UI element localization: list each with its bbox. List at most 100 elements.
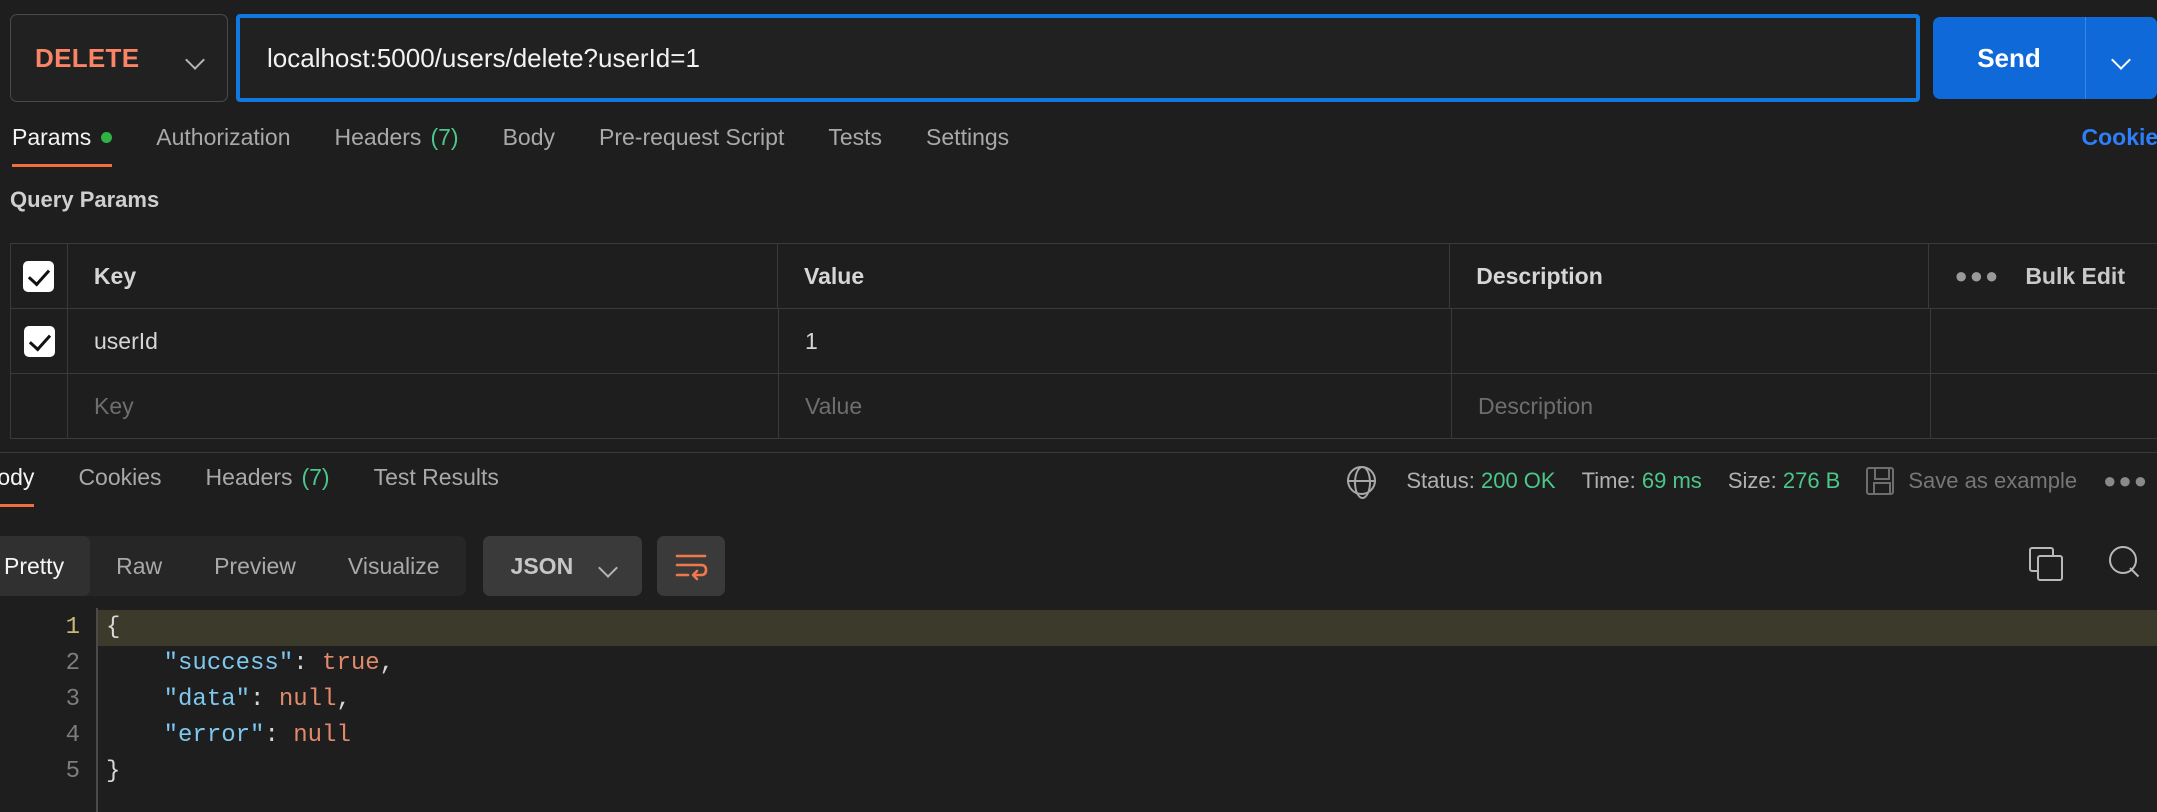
tab-tests-label: Tests: [828, 124, 883, 150]
bulk-edit-button[interactable]: Bulk Edit: [2025, 263, 2125, 290]
response-more-options-icon[interactable]: ●●●: [2103, 468, 2149, 494]
chevron-down-icon: [2112, 53, 2131, 64]
code-token: "success": [163, 650, 294, 677]
response-format-label: JSON: [510, 552, 574, 579]
code-token: true: [322, 650, 380, 677]
tab-settings-label: Settings: [926, 124, 1010, 150]
code-line: {: [98, 610, 2157, 646]
tab-headers[interactable]: Headers (7): [313, 116, 481, 167]
code-token: {: [106, 614, 121, 641]
more-options-icon[interactable]: ●●●: [1954, 263, 2000, 289]
row-value-input[interactable]: 1: [779, 309, 1452, 373]
cookies-link[interactable]: Cookies: [2082, 124, 2157, 151]
view-mode-raw[interactable]: Raw: [90, 536, 188, 596]
http-method-label: DELETE: [35, 42, 140, 73]
column-header-key: Key: [68, 244, 779, 308]
query-params-table: Key Value Description ●●● Bulk Edit user…: [10, 243, 2157, 439]
code-token: null: [278, 686, 337, 713]
tab-headers-label: Headers: [334, 124, 422, 150]
response-tab-body[interactable]: Body: [0, 456, 56, 507]
search-icon[interactable]: [2109, 546, 2141, 578]
tab-pre-request-script-label: Pre-request Script: [599, 124, 785, 150]
line-number-gutter: 1 2 3 4 5: [0, 608, 96, 812]
tab-tests[interactable]: Tests: [806, 116, 904, 167]
select-all-checkbox-cell[interactable]: [11, 244, 68, 308]
response-tab-headers-count: (7): [301, 464, 330, 490]
status-value: 200 OK: [1480, 467, 1556, 493]
empty-row-key-input[interactable]: Key: [68, 374, 779, 438]
tab-authorization[interactable]: Authorization: [134, 116, 312, 167]
table-row[interactable]: userId 1: [11, 309, 2157, 374]
empty-row-actions-cell: [1931, 374, 2157, 438]
tab-pre-request-script[interactable]: Pre-request Script: [577, 116, 806, 167]
response-tab-headers[interactable]: Headers (7): [184, 456, 352, 507]
response-body-viewer[interactable]: 1 2 3 4 5 { "success": true, "data": null, "…: [0, 608, 2157, 812]
code-token: ,: [336, 686, 351, 713]
empty-row-value-input[interactable]: Value: [779, 374, 1452, 438]
tab-settings[interactable]: Settings: [904, 116, 1031, 167]
code-token: }: [106, 758, 121, 785]
wrap-lines-icon: [675, 554, 708, 581]
view-mode-group: Pretty Raw Preview Visualize: [0, 536, 466, 596]
params-modified-dot-icon: [101, 132, 113, 143]
code-token: null: [293, 722, 351, 749]
wrap-lines-button[interactable]: [657, 536, 726, 596]
code-line: "success": true,: [98, 646, 2157, 682]
response-viewer-toolbar: Pretty Raw Preview Visualize JSON: [0, 528, 2157, 604]
tab-body-label: Body: [502, 124, 555, 150]
row-checkbox[interactable]: [23, 325, 55, 357]
tab-params[interactable]: Params: [10, 116, 134, 167]
line-number: 4: [65, 722, 80, 749]
response-format-selector[interactable]: JSON: [482, 536, 643, 596]
select-all-checkbox[interactable]: [23, 260, 55, 292]
tab-headers-count: (7): [430, 124, 459, 150]
empty-row-description-input[interactable]: Description: [1452, 374, 1931, 438]
send-button[interactable]: Send: [1933, 17, 2085, 99]
response-tab-cookies[interactable]: Cookies: [56, 456, 183, 507]
send-options-button[interactable]: [2085, 17, 2157, 99]
code-line: "data": null,: [98, 682, 2157, 718]
viewer-right-icons: [2029, 546, 2141, 581]
table-row-empty[interactable]: Key Value Description: [11, 374, 2157, 439]
empty-row-checkbox-cell[interactable]: [11, 374, 68, 438]
response-tab-test-results[interactable]: Test Results: [352, 456, 521, 507]
time-label: Time: 69 ms: [1582, 468, 1702, 494]
response-tab-headers-label: Headers: [205, 464, 293, 490]
query-params-title: Query Params: [10, 187, 160, 212]
globe-icon: [1347, 466, 1377, 499]
line-number: 3: [65, 686, 80, 713]
line-number: 2: [65, 650, 80, 677]
status-label-text: Status:: [1406, 467, 1475, 493]
view-mode-pretty[interactable]: Pretty: [0, 536, 91, 596]
response-code-content[interactable]: { "success": true, "data": null, "error"…: [96, 608, 2157, 812]
view-mode-visualize[interactable]: Visualize: [322, 536, 466, 596]
view-mode-preview[interactable]: Preview: [188, 536, 322, 596]
save-as-example-button[interactable]: Save as example: [1866, 466, 2078, 495]
copy-icon[interactable]: [2029, 547, 2063, 581]
code-token: "error": [163, 722, 265, 749]
row-key-input[interactable]: userId: [68, 309, 779, 373]
save-icon: [1866, 466, 1895, 495]
size-label: Size: 276 B: [1728, 468, 1841, 494]
response-tab-test-results-label: Test Results: [373, 464, 499, 490]
tab-body[interactable]: Body: [481, 116, 577, 167]
response-tab-body-label: Body: [0, 464, 35, 490]
tab-authorization-label: Authorization: [156, 124, 291, 150]
size-value: 276 B: [1782, 467, 1841, 493]
time-value: 69 ms: [1641, 467, 1702, 493]
chevron-down-icon: [599, 561, 618, 572]
line-number: 1: [65, 614, 80, 641]
code-line: "error": null: [98, 718, 2157, 754]
http-method-selector[interactable]: DELETE: [10, 14, 228, 102]
size-label-text: Size:: [1727, 467, 1777, 493]
row-description-input[interactable]: [1452, 309, 1931, 373]
url-input[interactable]: localhost:5000/users/delete?userId=1: [236, 14, 1920, 102]
request-bar: DELETE localhost:5000/users/delete?userI…: [0, 0, 2157, 116]
chevron-down-icon: [186, 53, 205, 64]
row-checkbox-cell[interactable]: [11, 309, 68, 373]
response-meta-bar: Status: 200 OK Time: 69 ms Size: 276 B S…: [1347, 466, 2149, 499]
save-as-example-label: Save as example: [1908, 467, 2078, 493]
